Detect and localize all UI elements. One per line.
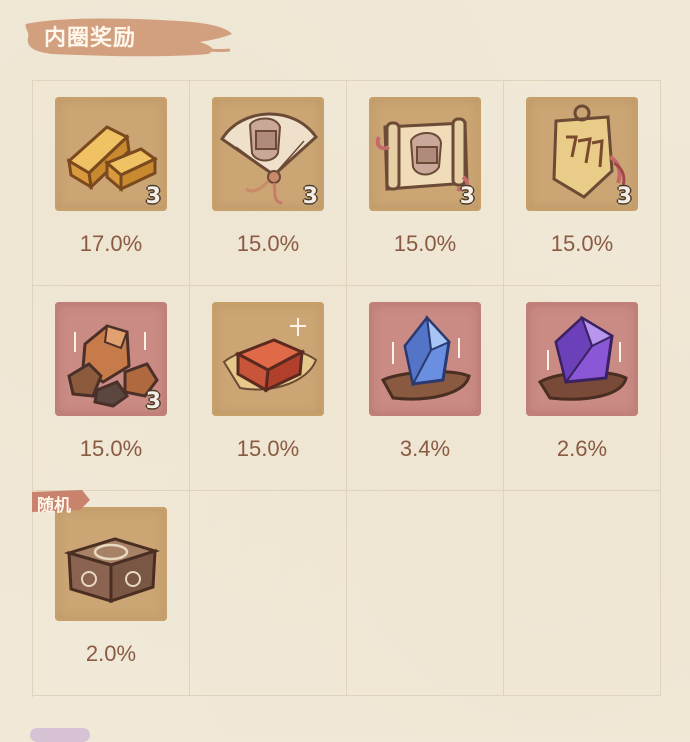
red-ingot-icon (222, 318, 318, 393)
reward-cell[interactable]: 3 15.0% (504, 81, 661, 286)
section-title: 内圈奖励 (44, 26, 137, 51)
item-frame[interactable]: 3 (526, 97, 638, 211)
drop-rate: 2.0% (85, 641, 137, 666)
item-count: 3 (459, 184, 475, 209)
purple-crystal-icon (537, 315, 628, 401)
drop-rate: 2.6% (556, 436, 608, 461)
treasure-chest-icon (63, 537, 161, 604)
item-count: 3 (145, 184, 161, 209)
item-frame[interactable]: 3 (369, 97, 481, 211)
drop-rate: 3.4% (399, 436, 451, 461)
item-frame[interactable] (212, 302, 324, 416)
item-frame[interactable] (369, 302, 481, 416)
drop-rate: 15.0% (550, 231, 614, 256)
next-section-brush (30, 728, 90, 742)
random-tag-label: 随机 (37, 496, 71, 516)
item-frame[interactable]: 3 (212, 97, 324, 211)
item-count: 3 (302, 184, 318, 209)
drop-rate: 15.0% (236, 231, 300, 256)
item-frame[interactable] (55, 507, 167, 621)
drop-rate: 17.0% (79, 231, 143, 256)
reward-cell[interactable]: 随机 2.0% (32, 490, 190, 696)
reward-cell[interactable]: 3 15.0% (347, 81, 504, 286)
reward-cell[interactable]: 2.6% (504, 286, 661, 491)
reward-cell[interactable]: 3 17.0% (33, 81, 190, 286)
item-frame[interactable]: 3 (55, 302, 167, 416)
item-frame[interactable] (526, 302, 638, 416)
drop-rate: 15.0% (79, 436, 143, 461)
item-frame[interactable]: 3 (55, 97, 167, 211)
item-count: 3 (145, 389, 161, 414)
drop-rate: 15.0% (236, 436, 300, 461)
reward-cell[interactable]: 3 15.0% (190, 81, 347, 286)
reward-cell[interactable]: 3 15.0% (33, 286, 190, 491)
item-count: 3 (616, 184, 632, 209)
blue-crystal-icon (380, 315, 471, 401)
drop-rate: 15.0% (393, 231, 457, 256)
reward-grid: 3 17.0% 3 15.0% 3 15.0% 3 15.0% 3 15.0% … (32, 80, 661, 697)
reward-cell[interactable]: 3.4% (347, 286, 504, 491)
reward-cell[interactable]: 15.0% (190, 286, 347, 491)
empty-cell (347, 491, 504, 696)
empty-cell (190, 491, 347, 696)
empty-cell (504, 491, 661, 696)
